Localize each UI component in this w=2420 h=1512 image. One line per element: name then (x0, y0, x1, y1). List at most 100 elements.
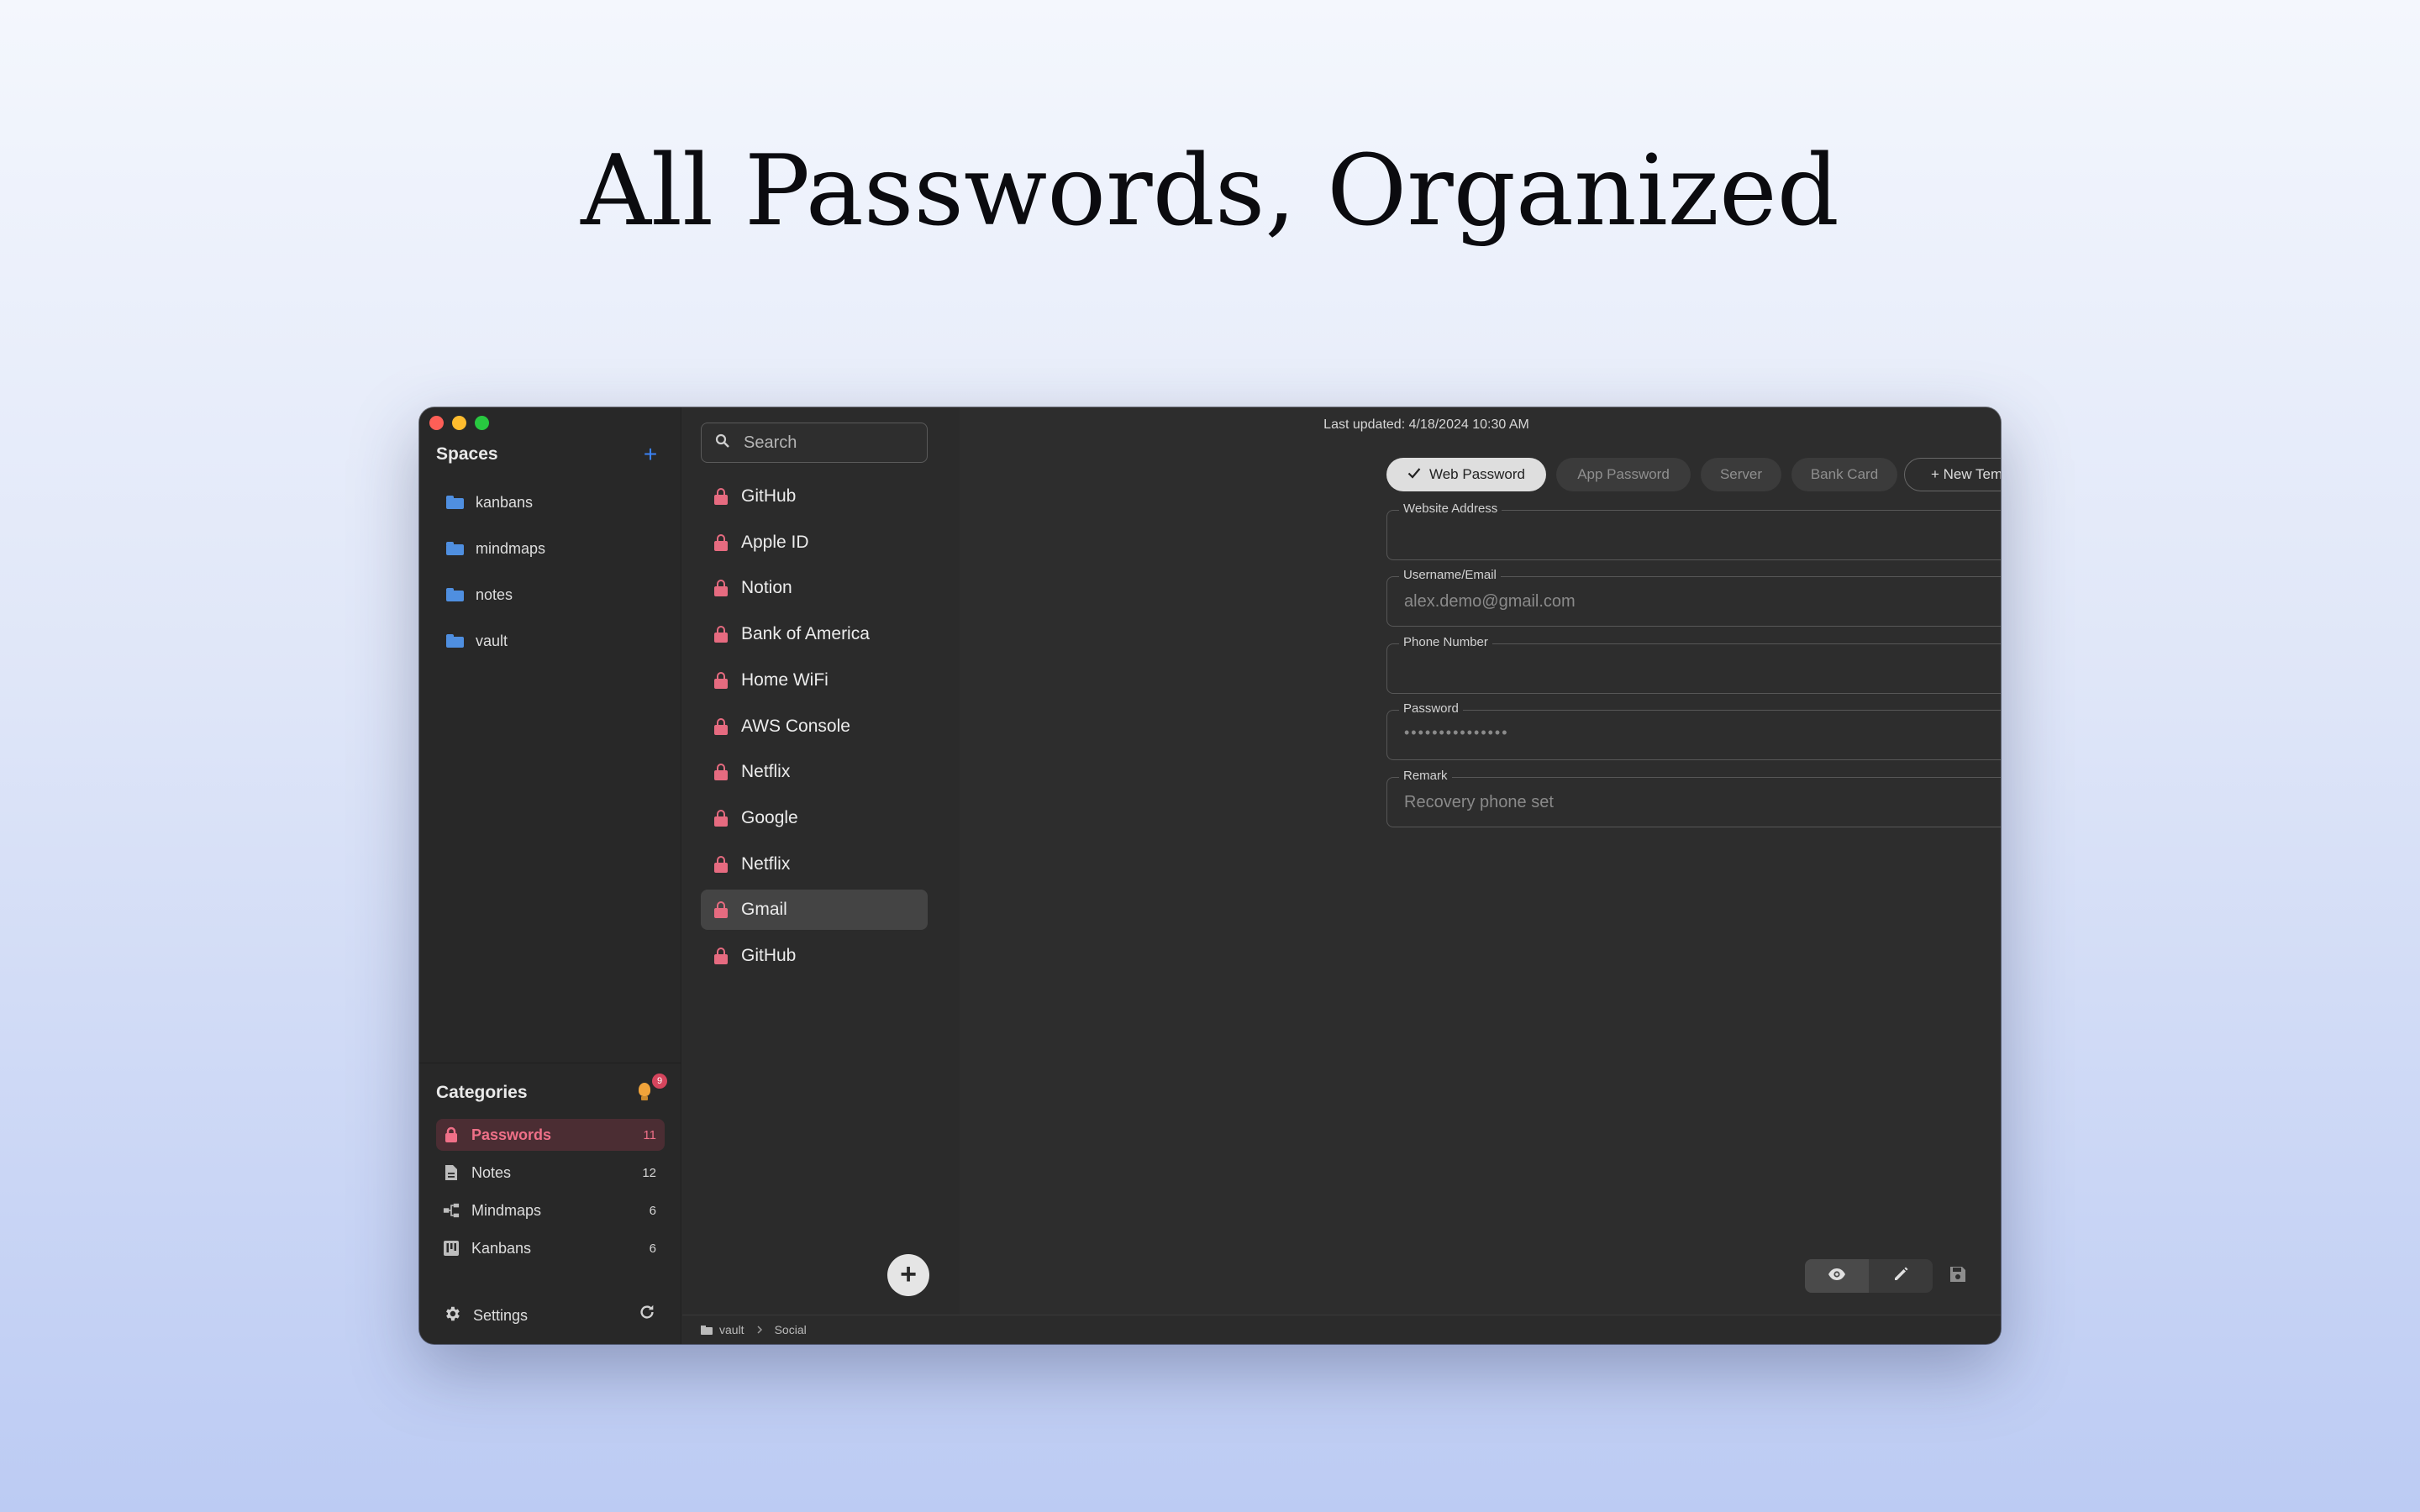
list-item[interactable]: GitHub (701, 936, 928, 976)
edit-mode-button[interactable] (1869, 1259, 1933, 1293)
lock-icon (714, 533, 728, 551)
list-item[interactable]: Home WiFi (701, 660, 928, 701)
lock-icon (714, 580, 728, 597)
category-passwords[interactable]: Passwords 11 (436, 1119, 665, 1151)
list-item[interactable]: Notion (701, 568, 928, 608)
document-icon (443, 1164, 460, 1181)
username-value: alex.demo@gmail.com (1404, 592, 1576, 611)
list-item[interactable]: Netflix (701, 752, 928, 792)
floppy-disk-icon (1948, 1264, 1968, 1289)
new-template-label: + New Template (1930, 466, 2001, 482)
folder-icon (446, 588, 464, 601)
list-item[interactable]: Netflix (701, 844, 928, 885)
space-item-label: mindmaps (476, 539, 546, 557)
folder-icon (446, 634, 464, 648)
tips-badge: 9 (652, 1074, 667, 1089)
list-item-label: Google (741, 807, 798, 827)
space-item-kanbans[interactable]: kanbans (446, 486, 533, 519)
page-headline: All Passwords, Organized (581, 134, 1839, 248)
breadcrumb-folder[interactable]: Social (775, 1323, 807, 1336)
lock-icon (714, 764, 728, 781)
phone-field[interactable]: Phone Number (1386, 635, 2001, 694)
settings-label: Settings (473, 1307, 529, 1324)
lock-icon (714, 855, 728, 873)
remark-label: Remark (1399, 769, 1452, 783)
lock-icon (714, 717, 728, 735)
breadcrumb-space[interactable]: vault (719, 1323, 744, 1336)
list-item-label: Gmail (741, 900, 787, 920)
view-edit-toggle (1805, 1259, 1933, 1293)
tab-label: App Password (1577, 466, 1670, 482)
window-controls (429, 416, 489, 430)
lock-icon (714, 901, 728, 919)
search-input[interactable] (744, 433, 912, 453)
category-label: Kanbans (471, 1239, 532, 1257)
category-count: 6 (649, 1241, 656, 1256)
space-item-mindmaps[interactable]: mindmaps (446, 532, 545, 565)
close-window-button[interactable] (429, 416, 444, 430)
remark-field[interactable]: Remark Recovery phone set (1386, 769, 2001, 827)
category-label: Passwords (471, 1126, 552, 1143)
category-kanbans[interactable]: Kanbans 6 (436, 1232, 665, 1264)
kanban-icon (443, 1240, 460, 1257)
categories-title: Categories (436, 1083, 528, 1102)
space-item-notes[interactable]: notes (446, 578, 513, 612)
save-button[interactable] (1933, 1259, 1983, 1293)
category-label: Notes (471, 1163, 512, 1181)
view-mode-button[interactable] (1805, 1259, 1869, 1293)
space-item-label: kanbans (476, 493, 534, 511)
username-field[interactable]: Username/Email alex.demo@gmail.com (1386, 568, 2001, 627)
category-count: 12 (642, 1165, 656, 1180)
status-bar: vault Social (682, 1315, 2001, 1344)
list-item-label: GitHub (741, 486, 797, 506)
add-item-button[interactable]: + (887, 1254, 929, 1296)
space-item-label: notes (476, 585, 513, 603)
list-item[interactable]: Gmail (701, 890, 928, 931)
detail-panel: Last updated: 4/18/2024 10:30 AM Web Pas… (960, 407, 2001, 1315)
phone-label: Phone Number (1399, 635, 1492, 649)
list-item-label: GitHub (741, 946, 797, 965)
lock-icon (714, 671, 728, 689)
category-label: Mindmaps (471, 1201, 542, 1219)
list-item[interactable]: AWS Console (701, 706, 928, 747)
list-item[interactable]: Apple ID (701, 522, 928, 563)
password-label: Password (1399, 701, 1463, 716)
list-item-label: Netflix (741, 853, 791, 874)
search-icon (715, 433, 730, 453)
list-item-label: AWS Console (741, 716, 850, 736)
tab-label: Web Password (1428, 466, 1525, 482)
space-item-vault[interactable]: vault (446, 624, 508, 658)
list-item[interactable]: Google (701, 798, 928, 838)
list-item-label: Bank of America (741, 624, 870, 644)
list-item-label: Home WiFi (741, 669, 829, 690)
detail-toolbar (1805, 1259, 1983, 1293)
username-label: Username/Email (1399, 568, 1501, 582)
lock-icon (714, 488, 728, 505)
tab-web-password[interactable]: Web Password (1386, 458, 1546, 491)
new-template-button[interactable]: + New Template (1904, 458, 2001, 491)
folder-icon (446, 542, 464, 555)
mindmap-icon (443, 1202, 460, 1219)
zoom-window-button[interactable] (475, 416, 489, 430)
list-item[interactable]: GitHub (701, 476, 928, 517)
remark-value: Recovery phone set (1404, 793, 1554, 811)
minimize-window-button[interactable] (452, 416, 466, 430)
category-count: 6 (649, 1203, 656, 1218)
category-count: 11 (643, 1127, 656, 1142)
tab-label: Bank Card (1810, 466, 1879, 482)
settings-button[interactable]: Settings (443, 1305, 528, 1327)
category-mindmaps[interactable]: Mindmaps 6 (436, 1194, 665, 1226)
list-item[interactable]: Bank of America (701, 614, 928, 654)
add-space-button[interactable]: + (638, 441, 663, 468)
search-box[interactable] (701, 423, 928, 463)
website-field[interactable]: Website Address (1386, 501, 2001, 560)
tab-app-password[interactable]: App Password (1556, 458, 1691, 491)
password-field[interactable]: Password ••••••••••••••• (1386, 701, 2001, 760)
lock-icon (443, 1126, 460, 1143)
refresh-icon[interactable] (638, 1303, 656, 1327)
password-value: ••••••••••••••• (1404, 724, 1509, 741)
tab-bank-card[interactable]: Bank Card (1791, 458, 1897, 491)
tab-server[interactable]: Server (1701, 458, 1781, 491)
category-notes[interactable]: Notes 12 (436, 1157, 665, 1189)
lock-icon (714, 626, 728, 643)
